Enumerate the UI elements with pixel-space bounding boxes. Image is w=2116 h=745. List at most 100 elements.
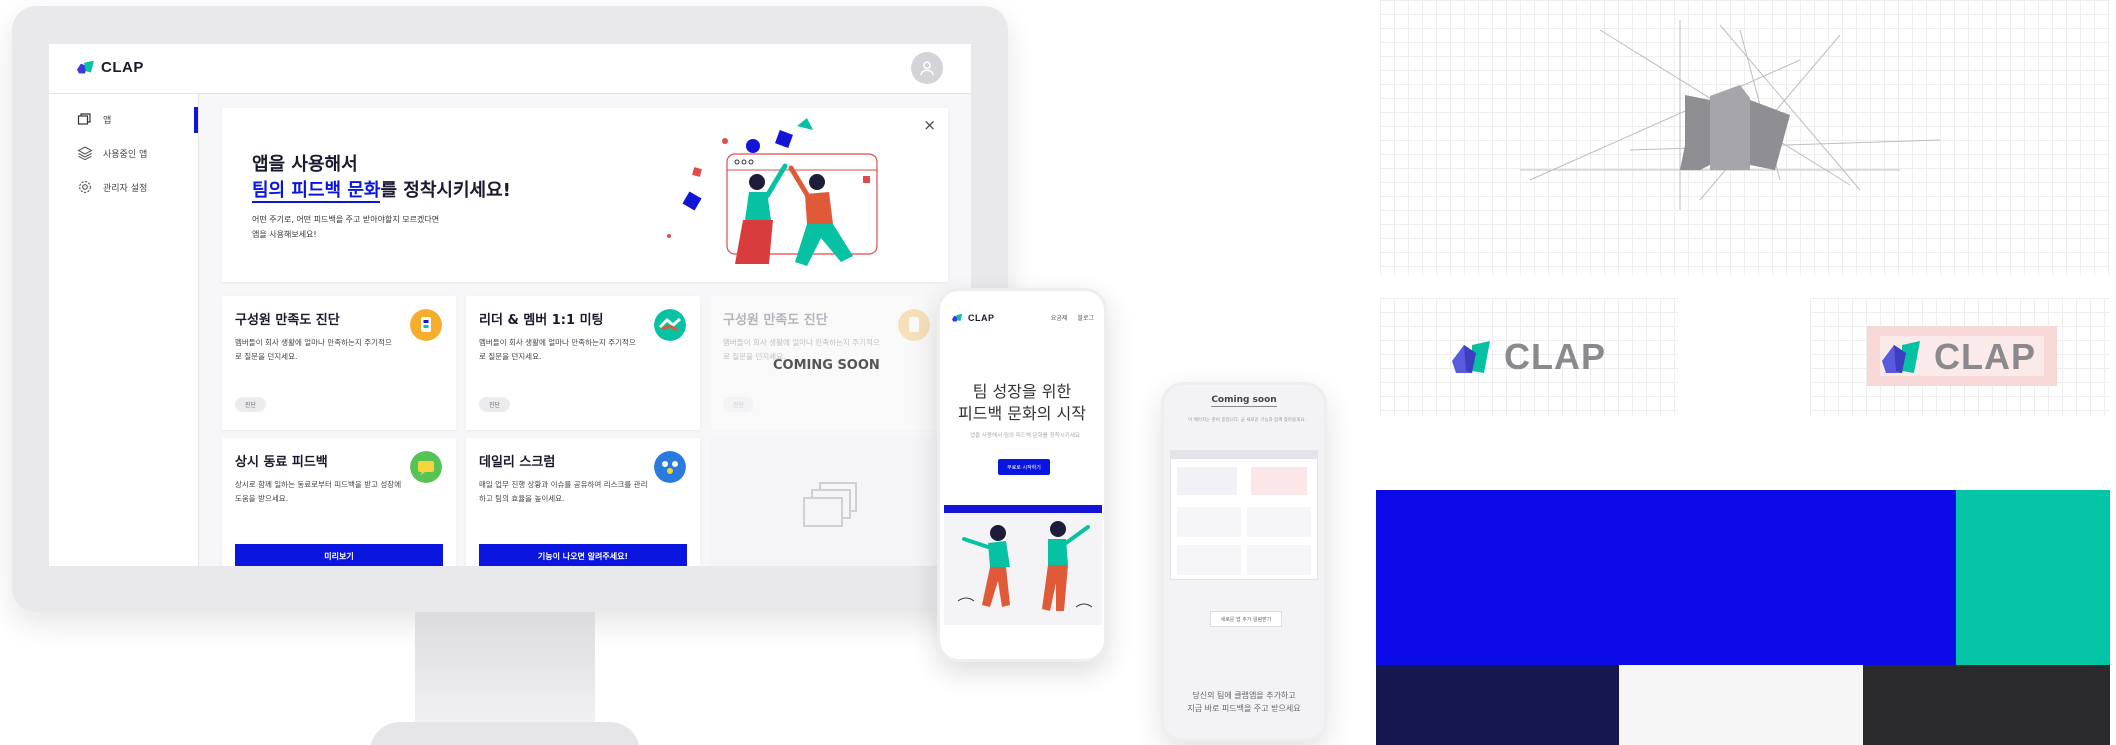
banner-title-line1: 앱을 사용해서 [252,154,358,175]
logo-construction-grid [1380,0,2110,275]
monitor-screen: CLAP 앱 사용중인 앱 관리자 설정 앱을 사용해서 팀의 피드백 문화를 … [49,44,971,566]
card-title: 구성원 만족도 진단 [235,313,340,328]
mobile-coming-soon-phone: Coming soon 이 페이지는 준비 중입니다. 곧 새로운 기능과 함께… [1161,382,1327,742]
sidebar: 앱 사용중인 앱 관리자 설정 [49,94,199,566]
high-five-illustration [667,118,878,266]
preview-illustration-block [1251,467,1307,495]
banner-sub-line2: 앱을 사용해보세요! [252,230,317,239]
logo-lockup: CLAP [1880,336,2036,378]
sidebar-item-label: 관리자 설정 [103,183,148,194]
jumping-people-illustration [944,505,1102,625]
notify-new-apps-button[interactable]: 새로운 앱 추가 알림받기 [1210,611,1282,627]
start-free-button[interactable]: 무료로 시작하기 [998,459,1050,475]
preview-header [1171,451,1317,459]
preview-card [1247,545,1311,575]
chat-bubble-icon [410,451,442,483]
card-title: 리더 & 멤버 1:1 미팅 [479,313,604,328]
sidebar-item-admin-settings[interactable]: 관리자 설정 [49,170,198,204]
color-swatch-teal [1956,490,2110,665]
user-icon [920,61,934,76]
banner-sub-line1: 어떤 주기로, 어떤 피드백을 주고 받아야할지 모르겠다면 [252,215,440,224]
card-description: 멤버들이 회사 생활에 얼마나 만족하는지 주기적으로 질문을 던지세요. [235,338,392,361]
windows-placeholder-icon [803,482,857,527]
app-card-one-on-one[interactable]: 리더 & 멤버 1:1 미팅 멤버들이 회사 생활에 얼마나 만족하는지 주기적… [466,296,700,430]
logo-wordmark: CLAP [1504,336,1606,377]
card-title: 데일리 스크럼 [479,455,556,470]
nav-pricing[interactable]: 요금제 [1051,313,1068,322]
coming-soon-title-text: Coming soon [1211,395,1277,407]
card-description: 멤버들이 회사 생활에 얼마나 만족하는지 주기적으로 질문을 던지세요. [479,338,636,361]
handshake-icon [654,309,686,341]
app-card-daily-scrum[interactable]: 데일리 스크럼 매일 업무 진행 상황과 이슈를 공유하여 리스크를 관리하고 … [466,438,700,566]
coming-soon-footer: 당신의 팀에 클랩앱을 추가하고 지금 바로 피드백을 주고 받으세요 [1164,689,1324,715]
coming-soon-title: Coming soon [1164,395,1324,407]
card-description: 매일 업무 진행 상황과 이슈를 공유하여 리스크를 관리하고 팀의 효율을 높… [479,480,648,503]
color-swatch-charcoal [1863,665,2110,745]
color-swatch-primary-blue [1376,490,1956,665]
preview-card [1177,507,1241,537]
layers-icon [77,145,93,161]
nav-blog[interactable]: 블로그 [1077,313,1094,322]
sidebar-item-label: 앱 [103,115,112,126]
preview-button[interactable]: 미리보기 [235,544,443,566]
app-header: CLAP [49,44,971,94]
mobile-hero-title: 팀 성장을 위한 피드백 문화의 시작 [940,381,1104,425]
logo-wordmark: CLAP [1934,336,2036,377]
footer-line1: 당신의 팀에 클랩앱을 추가하고 [1192,691,1296,700]
clap-logo-icon [77,60,95,75]
sidebar-item-label: 사용중인 앱 [103,149,148,160]
logo-lockup-panel: CLAP [1380,298,1678,416]
card-badge: 진단 [235,397,267,412]
app-card-peer-feedback[interactable]: 상시 동료 피드백 상시로 함께 일하는 동료로부터 피드백을 받고 성장에 도… [222,438,456,566]
logo-clearspace-panel: CLAP [1810,298,2110,416]
card-title: 구성원 만족도 진단 [723,313,828,328]
banner-title-rest: 를 정착시키세요! [380,180,511,201]
coming-soon-subtitle: 이 페이지는 준비 중입니다. 곧 새로운 기능과 함께 찾아올게요. [1188,418,1306,423]
card-badge: 진단 [723,397,755,412]
brand-showcase: CLAP 앱 사용중인 앱 관리자 설정 앱을 사용해서 팀의 피드백 문화를 … [0,0,2116,745]
windows-icon [77,111,93,127]
survey-icon [898,309,930,341]
mobile-hero-subtitle: 앱을 사용해서 팀의 피드백 문화를 정착시키세요 [970,433,1080,439]
clap-logo-icon [1452,341,1490,373]
hero-title-line1: 팀 성장을 위한 [972,382,1072,401]
color-swatch-off-white [1619,665,1863,745]
notify-me-button[interactable]: 기능이 나오면 알려주세요! [479,544,687,566]
banner-title-highlight: 팀의 피드백 문화 [252,180,381,203]
clap-logo-icon [952,313,963,322]
sidebar-item-apps[interactable]: 앱 [49,102,198,136]
logo-lockup: CLAP [1450,336,1606,378]
clap-logo-icon [1882,341,1920,373]
preview-card [1247,507,1311,537]
gear-icon [77,179,93,195]
hero-title-line2: 피드백 문화의 시작 [958,404,1086,423]
survey-icon [410,309,442,341]
card-title: 상시 동료 피드백 [235,455,328,470]
banner-title: 앱을 사용해서 팀의 피드백 문화를 정착시키세요! [252,152,511,204]
preview-card [1177,545,1241,575]
avatar[interactable] [911,52,943,84]
logo-construction-lines [1520,20,1941,210]
logo-text: CLAP [101,59,144,76]
footer-line2: 지금 바로 피드백을 주고 받으세요 [1187,704,1301,713]
app-logo[interactable]: CLAP [77,59,144,76]
monitor-foot [370,722,640,745]
monitor-stand [415,612,595,722]
team-icon [654,451,686,483]
app-card-satisfaction[interactable]: 구성원 만족도 진단 멤버들이 회사 생활에 얼마나 만족하는지 주기적으로 질… [222,296,456,430]
app-preview-thumbnail [1170,450,1318,580]
mobile-landing-phone: CLAP 요금제 블로그 팀 성장을 위한 피드백 문화의 시작 앱을 사용해서… [937,288,1107,662]
close-icon[interactable]: × [923,116,936,134]
card-badge: 진단 [479,397,511,412]
sidebar-item-installed-apps[interactable]: 사용중인 앱 [49,136,198,170]
mobile-logo[interactable]: CLAP [952,311,995,325]
coming-soon-label: COMING SOON [773,358,880,373]
color-swatch-navy [1376,665,1619,745]
logo-text: CLAP [968,313,995,323]
card-description: 상시로 함께 일하는 동료로부터 피드백을 받고 성장에 도움을 받으세요. [235,480,402,503]
mobile-nav: 요금제 블로그 [1051,313,1094,322]
empty-app-slot [710,438,944,566]
banner-subtitle: 어떤 주기로, 어떤 피드백을 주고 받아야할지 모르겠다면 앱을 사용해보세요… [252,212,439,242]
preview-banner-block [1177,467,1237,495]
promo-banner: 앱을 사용해서 팀의 피드백 문화를 정착시키세요! 어떤 주기로, 어떤 피드… [222,108,948,282]
